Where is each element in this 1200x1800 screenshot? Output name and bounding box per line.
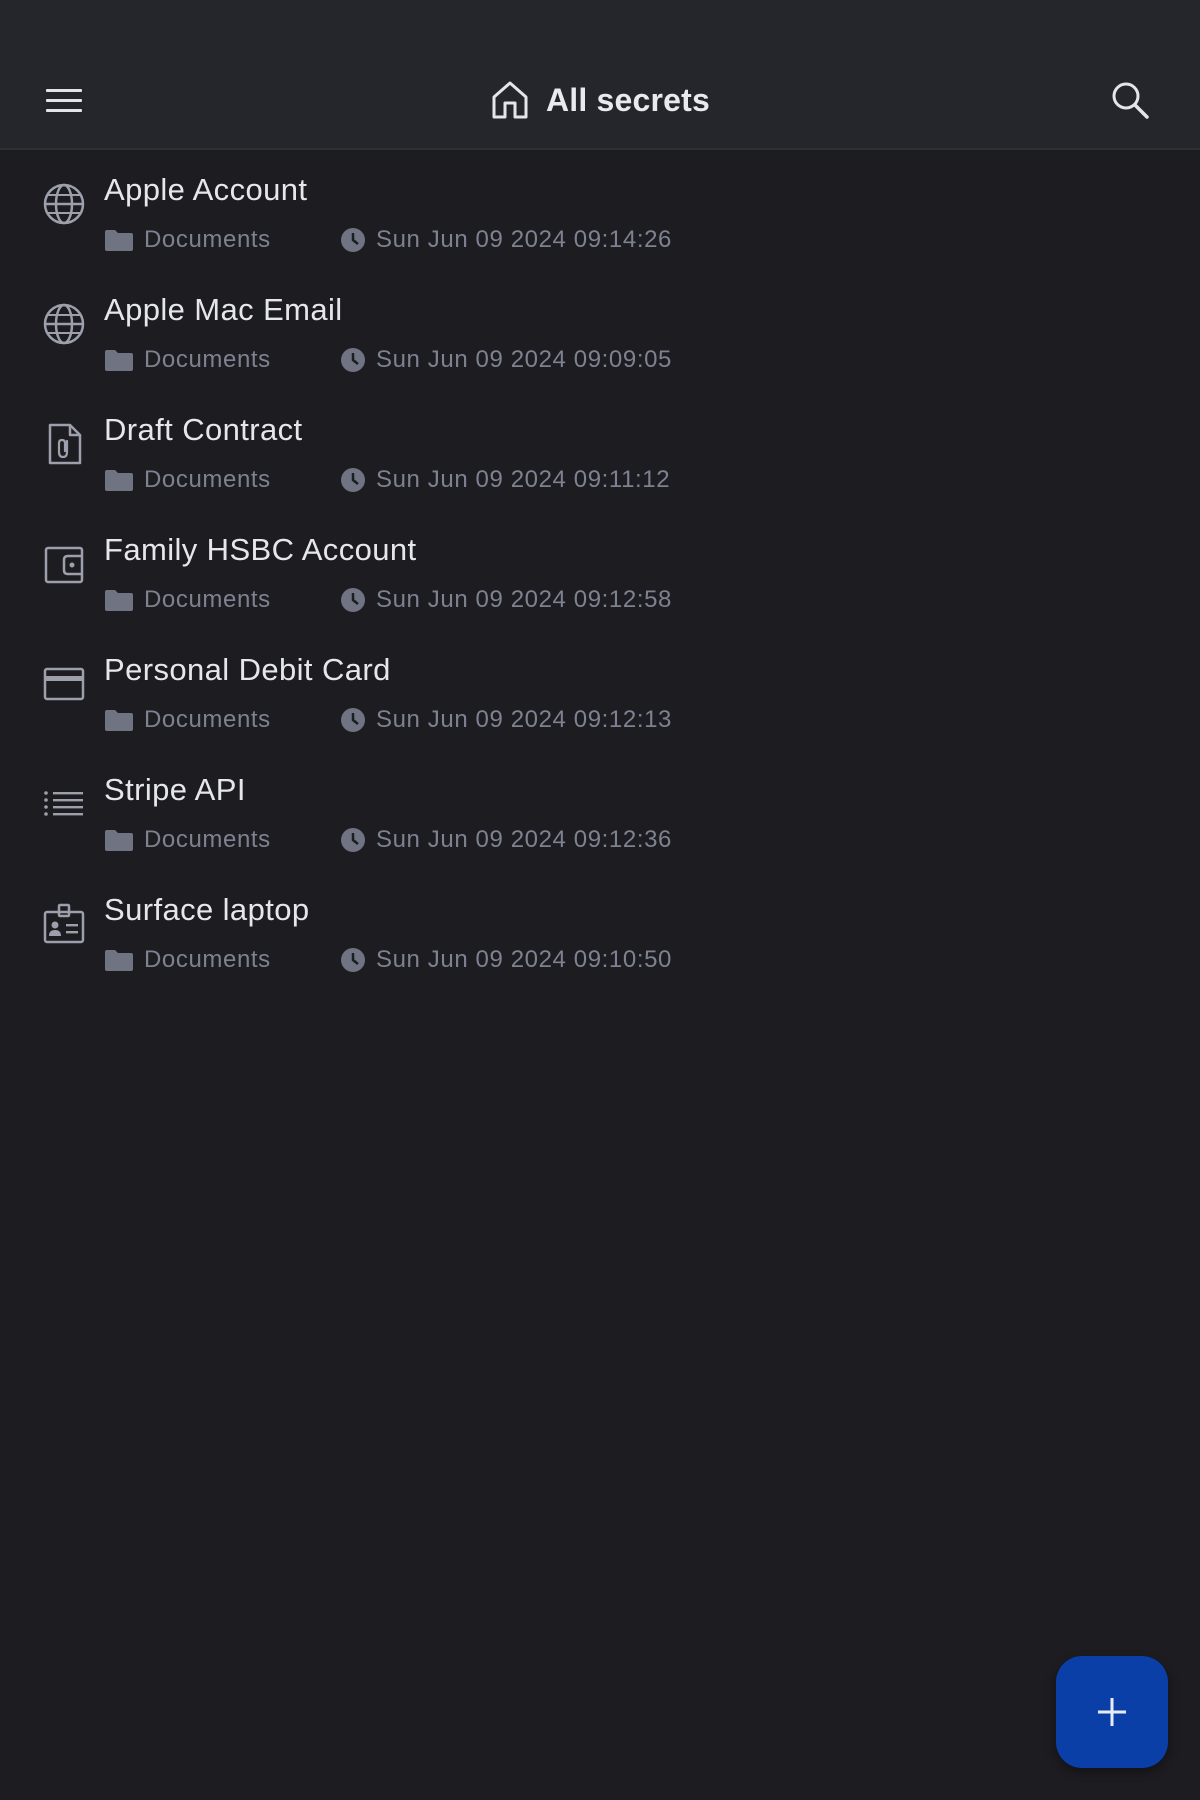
list-item[interactable]: Personal Debit Card Documents Sun Jun 09… (0, 630, 1200, 750)
secrets-list: Apple Account Documents Sun Jun 09 2024 … (0, 150, 1200, 990)
folder-icon (105, 350, 133, 371)
item-folder: Documents (104, 466, 340, 494)
item-meta: Documents Sun Jun 09 2024 09:14:26 (104, 224, 672, 256)
item-meta: Documents Sun Jun 09 2024 09:11:12 (104, 464, 670, 496)
clock-icon (341, 828, 365, 852)
item-meta: Documents Sun Jun 09 2024 09:12:58 (104, 584, 672, 616)
clock-icon (341, 468, 365, 492)
folder-label: Documents (144, 706, 271, 733)
folder-icon (105, 470, 133, 491)
clock-icon (341, 948, 365, 972)
item-timestamp: Sun Jun 09 2024 09:14:26 (340, 226, 672, 254)
item-timestamp: Sun Jun 09 2024 09:10:50 (340, 946, 672, 974)
timestamp-label: Sun Jun 09 2024 09:12:36 (376, 826, 672, 853)
item-folder: Documents (104, 706, 340, 734)
item-folder: Documents (104, 226, 340, 254)
item-timestamp: Sun Jun 09 2024 09:12:58 (340, 586, 672, 614)
timestamp-label: Sun Jun 09 2024 09:12:58 (376, 586, 672, 613)
search-button[interactable] (1108, 78, 1152, 122)
folder-icon (105, 830, 133, 851)
item-title: Personal Debit Card (104, 652, 391, 687)
folder-label: Documents (144, 346, 271, 373)
file-attachment-icon (40, 420, 88, 468)
search-icon (1112, 82, 1149, 119)
folder-icon (105, 590, 133, 611)
item-timestamp: Sun Jun 09 2024 09:09:05 (340, 346, 672, 374)
top-app-bar: All secrets (0, 0, 1200, 150)
item-title: Stripe API (104, 772, 246, 807)
item-meta: Documents Sun Jun 09 2024 09:10:50 (104, 944, 672, 976)
clock-icon (341, 708, 365, 732)
folder-icon (105, 230, 133, 251)
item-folder: Documents (104, 946, 340, 974)
item-folder: Documents (104, 826, 340, 854)
clock-icon (341, 348, 365, 372)
item-meta: Documents Sun Jun 09 2024 09:12:13 (104, 704, 672, 736)
item-title: Draft Contract (104, 412, 303, 447)
item-title: Apple Account (104, 172, 308, 207)
add-secret-button[interactable] (1056, 1656, 1168, 1768)
folder-icon (105, 710, 133, 731)
list-item[interactable]: Draft Contract Documents Sun Jun 09 2024… (0, 390, 1200, 510)
item-title: Apple Mac Email (104, 292, 343, 327)
timestamp-label: Sun Jun 09 2024 09:11:12 (376, 466, 671, 493)
item-folder: Documents (104, 586, 340, 614)
wallet-icon (40, 540, 88, 588)
timestamp-label: Sun Jun 09 2024 09:12:13 (376, 706, 672, 733)
header-title-group: All secrets (0, 76, 1200, 124)
list-item[interactable]: Surface laptop Documents Sun Jun 09 2024… (0, 870, 1200, 990)
folder-label: Documents (144, 226, 271, 253)
list-icon (40, 780, 88, 828)
timestamp-label: Sun Jun 09 2024 09:10:50 (376, 946, 672, 973)
home-icon (492, 81, 528, 119)
list-item[interactable]: Apple Mac Email Documents Sun Jun 09 202… (0, 270, 1200, 390)
item-timestamp: Sun Jun 09 2024 09:11:12 (340, 466, 670, 494)
item-timestamp: Sun Jun 09 2024 09:12:36 (340, 826, 672, 854)
list-item[interactable]: Stripe API Documents Sun Jun 09 2024 09:… (0, 750, 1200, 870)
globe-icon (40, 180, 88, 228)
timestamp-label: Sun Jun 09 2024 09:14:26 (376, 226, 672, 253)
globe-icon (40, 300, 88, 348)
item-title: Family HSBC Account (104, 532, 417, 567)
list-item[interactable]: Apple Account Documents Sun Jun 09 2024 … (0, 150, 1200, 270)
item-folder: Documents (104, 346, 340, 374)
credit-card-icon (40, 660, 88, 708)
id-badge-icon (40, 900, 88, 948)
folder-label: Documents (144, 946, 271, 973)
clock-icon (341, 228, 365, 252)
item-meta: Documents Sun Jun 09 2024 09:12:36 (104, 824, 672, 856)
plus-icon (1098, 1698, 1126, 1726)
item-title: Surface laptop (104, 892, 310, 927)
page-title: All secrets (545, 81, 711, 118)
app-root: All secrets Apple Account Documents Sun … (0, 0, 1200, 1800)
clock-icon (341, 588, 365, 612)
folder-label: Documents (144, 466, 271, 493)
list-item[interactable]: Family HSBC Account Documents Sun Jun 09… (0, 510, 1200, 630)
item-meta: Documents Sun Jun 09 2024 09:09:05 (104, 344, 672, 376)
folder-label: Documents (144, 826, 271, 853)
folder-label: Documents (144, 586, 271, 613)
folder-icon (105, 950, 133, 971)
timestamp-label: Sun Jun 09 2024 09:09:05 (376, 346, 672, 373)
item-timestamp: Sun Jun 09 2024 09:12:13 (340, 706, 672, 734)
